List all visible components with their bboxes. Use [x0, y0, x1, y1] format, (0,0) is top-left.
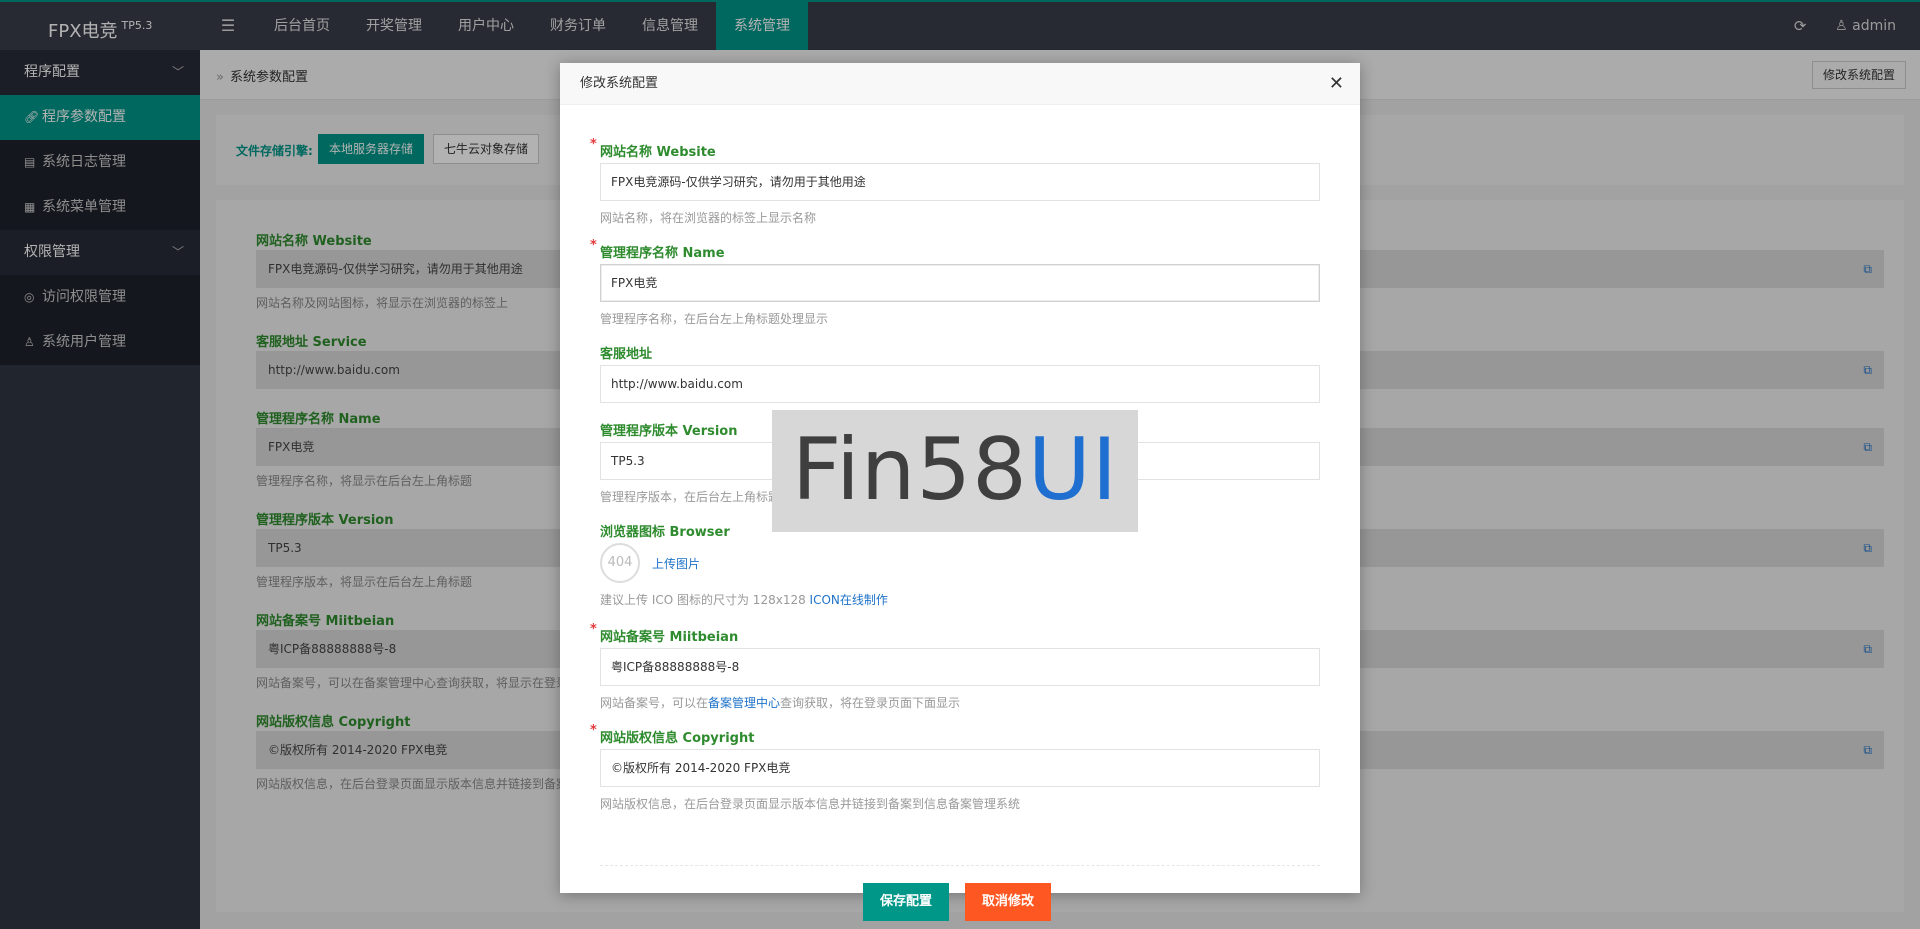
- watermark-logo: Fin58UI: [772, 410, 1138, 532]
- field-help-text: 建议上传 ICO 图标的尺寸为 128x128: [600, 593, 810, 607]
- modal-field-browser-icon: 浏览器图标 Browser 404 上传图片 建议上传 ICO 图标的尺寸为 1…: [600, 521, 1320, 608]
- field-label: * 网站版权信息 Copyright: [590, 723, 1320, 746]
- icon-maker-link[interactable]: ICON在线制作: [810, 593, 888, 607]
- field-label-text: 网站备案号 Miitbeian: [600, 630, 739, 645]
- field-help: 网站名称，将在浏览器的标签上显示名称: [600, 211, 817, 225]
- name-input[interactable]: FPX电竞: [600, 264, 1320, 302]
- required-mark: *: [590, 723, 597, 738]
- cancel-edit-button[interactable]: 取消修改: [965, 883, 1052, 921]
- watermark-text-accent: UI: [1027, 420, 1119, 520]
- required-mark: *: [590, 238, 597, 253]
- field-label-text: 管理程序名称 Name: [600, 246, 725, 261]
- field-help-text: 查询获取，将在登录页面下面显示: [780, 696, 961, 710]
- field-help: 建议上传 ICO 图标的尺寸为 128x128 ICON在线制作: [600, 591, 1320, 608]
- field-label-text: 网站版权信息 Copyright: [600, 731, 755, 746]
- beian-center-link[interactable]: 备案管理中心: [708, 696, 780, 710]
- field-help: 网站备案号，可以在备案管理中心查询获取，将在登录页面下面显示: [600, 694, 1320, 711]
- field-label-text: 浏览器图标 Browser: [600, 525, 730, 540]
- field-label: 客服地址: [600, 343, 1320, 362]
- field-help: 网站版权信息，在后台登录页面显示版本信息并链接到备案到信息备案管理系统: [600, 797, 1021, 811]
- field-help-text: 网站备案号，可以在: [600, 696, 709, 710]
- field-label-text: 客服地址: [600, 347, 653, 362]
- field-label-text: 管理程序版本 Version: [600, 424, 738, 439]
- field-label: * 网站名称 Website: [590, 137, 1320, 160]
- website-input[interactable]: FPX电竞源码-仅供学习研究，请勿用于其他用途: [600, 163, 1320, 201]
- upload-image-link[interactable]: 上传图片: [652, 555, 700, 572]
- field-label-text: 网站名称 Website: [600, 145, 716, 160]
- form-divider: [600, 865, 1320, 866]
- modal-field-copyright: * 网站版权信息 Copyright ©版权所有 2014-2020 FPX电竞 …: [590, 723, 1320, 812]
- modal-field-name: * 管理程序名称 Name FPX电竞 管理程序名称，在后台左上角标题处理显示: [590, 238, 1320, 327]
- modal-field-service: 客服地址 http://www.baidu.com: [600, 343, 1320, 403]
- modal-field-website: * 网站名称 Website FPX电竞源码-仅供学习研究，请勿用于其他用途 网站…: [590, 137, 1320, 226]
- required-mark: *: [590, 137, 597, 152]
- modal-title: 修改系统配置: [580, 76, 659, 91]
- favicon-preview[interactable]: 404: [600, 543, 640, 583]
- watermark-text: Fin58: [791, 420, 1028, 520]
- field-label: * 管理程序名称 Name: [590, 238, 1320, 261]
- service-input[interactable]: http://www.baidu.com: [600, 365, 1320, 403]
- upload-row: 404 上传图片: [600, 543, 1320, 583]
- miitbeian-input[interactable]: 粤ICP备88888888号-8: [600, 648, 1320, 686]
- modal-header: 修改系统配置 ✕: [560, 63, 1360, 105]
- close-icon[interactable]: ✕: [1329, 63, 1344, 105]
- required-mark: *: [590, 622, 597, 637]
- field-label: * 网站备案号 Miitbeian: [590, 622, 1320, 645]
- modal-field-miitbeian: * 网站备案号 Miitbeian 粤ICP备88888888号-8 网站备案号，…: [590, 622, 1320, 711]
- copyright-input[interactable]: ©版权所有 2014-2020 FPX电竞: [600, 749, 1320, 787]
- field-help: 管理程序名称，在后台左上角标题处理显示: [600, 312, 829, 326]
- save-config-button[interactable]: 保存配置: [863, 883, 950, 921]
